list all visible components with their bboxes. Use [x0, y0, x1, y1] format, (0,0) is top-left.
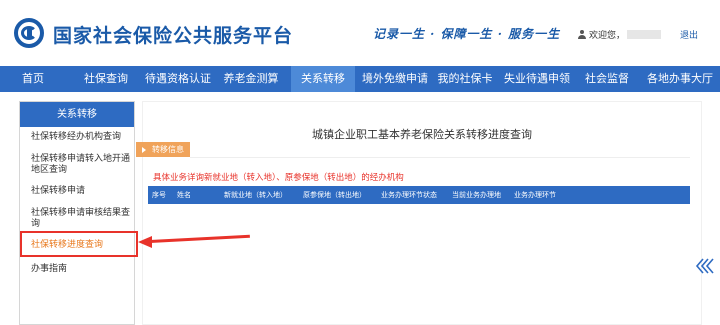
caret-right-icon [142, 147, 146, 153]
nav-item-unemployment[interactable]: 失业待遇申领 [501, 66, 573, 92]
column-header: 原参保地（转出地） [303, 191, 366, 199]
divider [190, 157, 690, 158]
sidebar-item-transfer-apply[interactable]: 社保转移申请 [31, 186, 131, 197]
column-header: 新就业地（转入地） [224, 191, 287, 199]
logo-icon[interactable] [14, 18, 44, 48]
column-header: 姓名 [177, 191, 191, 199]
double-chevron-left-icon[interactable] [694, 256, 714, 276]
welcome-label: 欢迎您， [589, 31, 626, 41]
sidebar-item-agency-query[interactable]: 社保转移经办机构查询 [31, 132, 131, 143]
nav-item-home[interactable]: 首页 [10, 66, 56, 92]
nav-item-pension-calc[interactable]: 养老金测算 [218, 66, 284, 92]
user-icon [578, 30, 586, 39]
nav-item-qualification[interactable]: 待遇资格认证 [142, 66, 214, 92]
nav-item-transfer[interactable]: 关系转移 [291, 66, 355, 92]
column-header: 业务办理环节状态 [381, 191, 437, 199]
sidebar-title: 关系转移 [20, 102, 134, 127]
page-title: 城镇企业职工基本养老保险关系转移进度查询 [312, 128, 532, 141]
table-header: 序号 姓名 新就业地（转入地） 原参保地（转出地） 业务办理环节状态 当前业务办… [148, 186, 690, 204]
nav-item-supervision[interactable]: 社会监督 [582, 66, 632, 92]
logout-link[interactable]: 退出 [680, 28, 698, 41]
column-header: 序号 [152, 191, 166, 199]
nav-item-service-halls[interactable]: 各地办事大厅 [644, 66, 716, 92]
main-nav: 首页 社保查询 待遇资格认证 养老金测算 关系转移 境外免缴申请 我的社保卡 失… [0, 66, 720, 92]
sidebar-item-guide[interactable]: 办事指南 [31, 264, 131, 275]
column-header: 当前业务办理地 [452, 191, 501, 199]
sidebar-item-review-result[interactable]: 社保转移申请审核结果查询 [31, 208, 131, 230]
site-slogan: 记录一生 · 保障一生 · 服务一生 [373, 27, 561, 41]
welcome-text: 欢迎您， [578, 28, 662, 41]
sidebar-item-region-query[interactable]: 社保转移申请转入地开通地区查询 [31, 154, 131, 176]
notice-text: 具体业务详询新就业地（转入地）、原参保地（转出地）的经办机构 [153, 173, 404, 183]
site-title[interactable]: 国家社会保险公共服务平台 [53, 21, 293, 48]
tab-label: 转移信息 [152, 145, 184, 154]
nav-item-overseas[interactable]: 境外免缴申请 [359, 66, 431, 92]
tab-transfer-info[interactable]: 转移信息 [136, 142, 190, 157]
username-redacted [627, 30, 662, 39]
nav-item-my-card[interactable]: 我的社保卡 [435, 66, 495, 92]
site-header: 国家社会保险公共服务平台 记录一生 · 保障一生 · 服务一生 欢迎您， 退出 [0, 0, 720, 64]
highlight-box [20, 231, 138, 257]
nav-item-social-query[interactable]: 社保查询 [76, 66, 136, 92]
sidebar: 关系转移 社保转移经办机构查询 社保转移申请转入地开通地区查询 社保转移申请 社… [19, 101, 135, 325]
column-header: 业务办理环节 [514, 191, 556, 199]
annotation-arrow-head [138, 236, 152, 248]
